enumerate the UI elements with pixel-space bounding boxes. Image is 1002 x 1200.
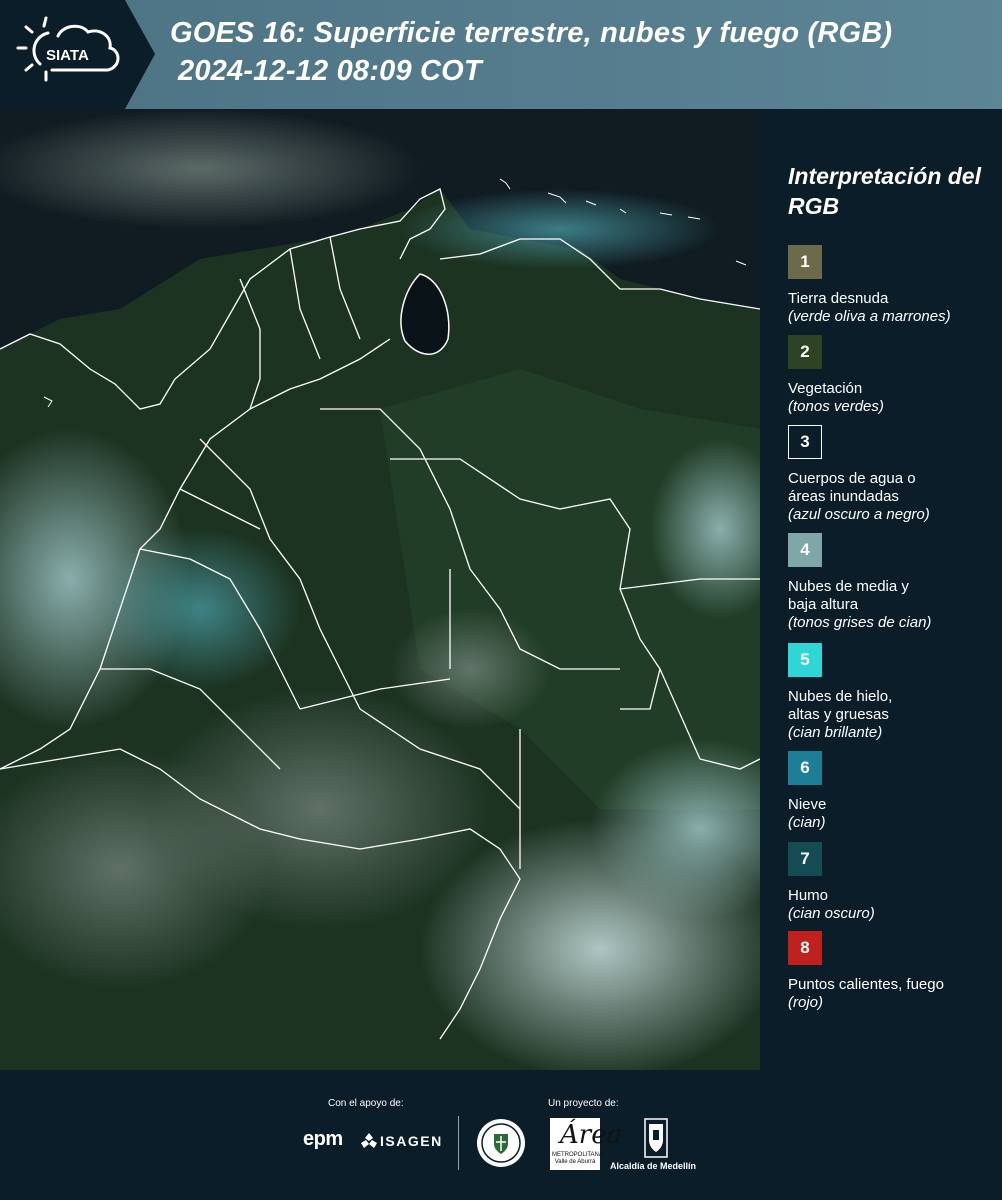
- legend-desc-6: (cian): [788, 814, 826, 831]
- satellite-map[interactable]: [0, 109, 760, 1070]
- legend-item-2: 2 Vegetación (tonos verdes): [788, 335, 998, 416]
- rgb-legend: Interpretación del RGB 1 Tierra desnuda …: [760, 109, 1002, 1070]
- legend-item-3: 3 Cuerpos de agua o áreas inundadas (azu…: [788, 425, 998, 524]
- siata-logo: SIATA: [0, 0, 155, 109]
- legend-desc-7: (cian oscuro): [788, 905, 875, 922]
- alcaldia-shield-icon: [644, 1118, 668, 1158]
- legend-desc-2: (tonos verdes): [788, 398, 884, 415]
- legend-item-5: 5 Nubes de hielo, altas y gruesas (cian …: [788, 643, 998, 742]
- cloud-andes: [100, 529, 300, 689]
- legend-label-4: Nubes de media y baja altura: [788, 578, 909, 613]
- legend-swatch-4: 4: [788, 533, 822, 567]
- alcaldia-text: Alcaldía de Medellín: [610, 1161, 697, 1171]
- header: SIATA GOES 16: Superficie terrestre, nub…: [0, 0, 1002, 109]
- legend-desc-5: (cian brillante): [788, 724, 883, 741]
- legend-item-6: 6 Nieve (cian): [788, 751, 998, 832]
- footer: Con el apoyo de: Un proyecto de: epm ISA…: [0, 1070, 1002, 1200]
- legend-title: Interpretación del RGB: [788, 163, 981, 219]
- legend-swatch-1: 1: [788, 245, 822, 279]
- legend-swatch-7: 7: [788, 842, 822, 876]
- footer-divider: [458, 1116, 459, 1170]
- siata-logo-text: SIATA: [46, 47, 89, 64]
- legend-desc-1: (verde oliva a marrones): [788, 308, 951, 325]
- university-seal-icon: [477, 1119, 525, 1167]
- legend-desc-4: (tonos grises de cian): [788, 614, 932, 631]
- page-timestamp: 2024-12-12 08:09 COT: [178, 55, 482, 87]
- legend-label-2: Vegetación: [788, 380, 863, 397]
- legend-swatch-2: 2: [788, 335, 822, 369]
- legend-desc-8: (rojo): [788, 994, 824, 1011]
- epm-logo: epm: [303, 1128, 343, 1150]
- legend-swatch-6: 6: [788, 751, 822, 785]
- legend-desc-3: (azul oscuro a negro): [788, 506, 930, 523]
- legend-swatch-5: 5: [788, 643, 822, 677]
- legend-item-4: 4 Nubes de media y baja altura (tonos gr…: [788, 533, 998, 632]
- legend-label-7: Humo: [788, 887, 829, 904]
- legend-swatch-3: 3: [788, 425, 822, 459]
- legend-label-1: Tierra desnuda: [788, 290, 889, 307]
- cloud-north: [0, 109, 420, 229]
- project-label: Un proyecto de:: [548, 1098, 619, 1109]
- support-label: Con el apoyo de:: [328, 1098, 404, 1109]
- page-title: GOES 16: Superficie terrestre, nubes y f…: [170, 17, 893, 49]
- cloud-caribbean: [400, 189, 720, 269]
- legend-item-1: 1 Tierra desnuda (verde oliva a marrones…: [788, 245, 998, 326]
- area-metropolitana-logo: Área METROPOLITANA Valle de Aburrá: [550, 1118, 622, 1170]
- legend-label-6: Nieve: [788, 796, 827, 813]
- legend-item-8: 8 Puntos calientes, fuego (rojo): [788, 931, 998, 1012]
- area-logo-text: METROPOLITANA Valle de Aburrá: [552, 1152, 603, 1165]
- isagen-logo: ISAGEN: [380, 1133, 443, 1149]
- legend-item-7: 7 Humo (cian oscuro): [788, 842, 998, 923]
- legend-swatch-8: 8: [788, 931, 822, 965]
- isagen-icon: [361, 1133, 377, 1148]
- legend-label-8: Puntos calientes, fuego: [788, 976, 944, 993]
- legend-label-5: Nubes de hielo, altas y gruesas: [788, 688, 893, 723]
- area-logo-letter: Área: [560, 1120, 623, 1150]
- cloud-center: [390, 609, 550, 729]
- legend-label-3: Cuerpos de agua o áreas inundadas: [788, 470, 916, 505]
